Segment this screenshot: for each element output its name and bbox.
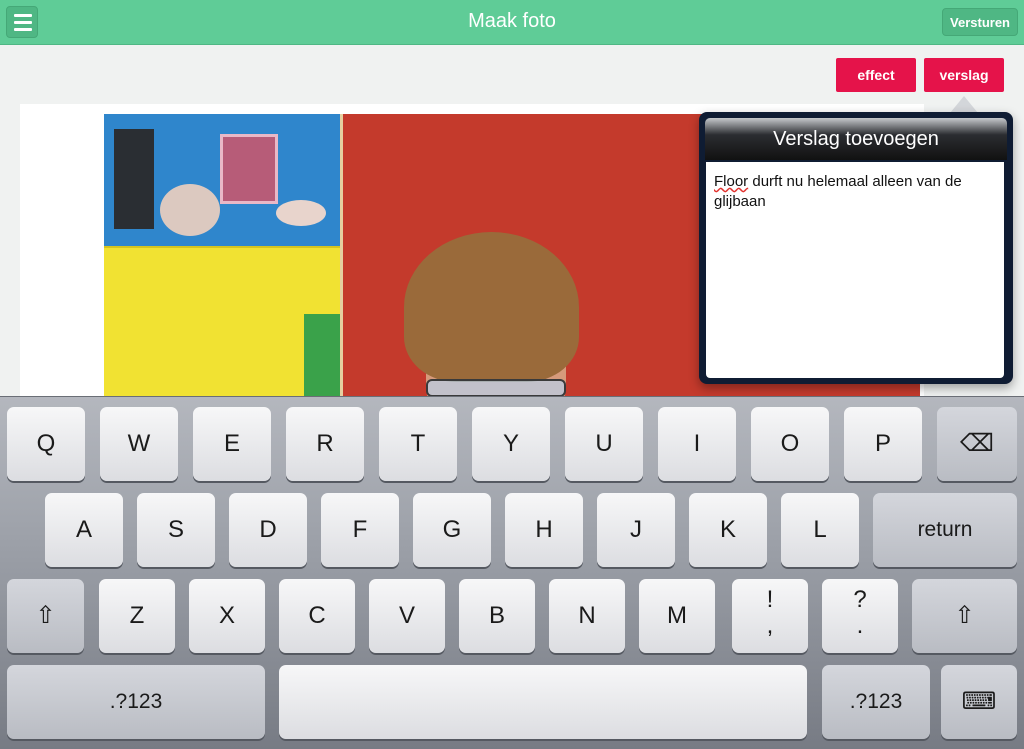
popover-header: Verslag toevoegen — [705, 118, 1007, 160]
person-glasses — [426, 379, 566, 397]
hide-keyboard-icon: ⌨ — [961, 688, 997, 715]
report-textarea[interactable]: Floor durft nu helemaal alleen van de gl… — [706, 162, 1004, 378]
key-r[interactable]: R — [286, 407, 364, 481]
shift-key-right[interactable]: ⇧ — [912, 579, 1017, 653]
key-o[interactable]: O — [751, 407, 829, 481]
onscreen-keyboard: Q W E R T Y U I O P ⌫ A S D F G H J K L … — [0, 396, 1024, 749]
report-button[interactable]: verslag — [924, 58, 1004, 92]
key-m[interactable]: M — [639, 579, 715, 653]
key-q[interactable]: Q — [7, 407, 85, 481]
key-d[interactable]: D — [229, 493, 307, 567]
key-w[interactable]: W — [100, 407, 178, 481]
artwork-picture — [220, 134, 278, 204]
key-e[interactable]: E — [193, 407, 271, 481]
artwork-eye — [276, 200, 326, 226]
key-a[interactable]: A — [45, 493, 123, 567]
key-t[interactable]: T — [379, 407, 457, 481]
send-button[interactable]: Versturen — [942, 8, 1018, 36]
shift-icon: ⇧ — [954, 602, 975, 629]
person-hair — [404, 232, 579, 382]
backspace-icon: ⌫ — [960, 430, 994, 457]
key-period-label: . — [856, 612, 864, 639]
shift-icon: ⇧ — [35, 602, 56, 629]
key-f[interactable]: F — [321, 493, 399, 567]
key-h[interactable]: H — [505, 493, 583, 567]
key-comma-label: , — [766, 612, 774, 639]
page-title: Maak foto — [468, 10, 556, 32]
spellcheck-word: Floor — [714, 173, 749, 190]
key-l[interactable]: L — [781, 493, 859, 567]
key-s[interactable]: S — [137, 493, 215, 567]
key-v[interactable]: V — [369, 579, 445, 653]
report-popover: Verslag toevoegen Floor durft nu helemaa… — [699, 112, 1013, 384]
key-j[interactable]: J — [597, 493, 675, 567]
app-header: Maak foto Versturen — [0, 0, 1024, 45]
backspace-key[interactable]: ⌫ — [937, 407, 1017, 481]
numbers-key-left[interactable]: .?123 — [7, 665, 265, 739]
key-y[interactable]: Y — [472, 407, 550, 481]
key-exclaim-comma[interactable]: ! , — [732, 579, 808, 653]
shift-key-left[interactable]: ⇧ — [7, 579, 84, 653]
popover-title: Verslag toevoegen — [773, 128, 939, 150]
key-i[interactable]: I — [658, 407, 736, 481]
key-u[interactable]: U — [565, 407, 643, 481]
report-text-rest: durft nu helemaal alleen van de glijbaan — [714, 173, 962, 210]
space-key[interactable] — [279, 665, 807, 739]
return-key[interactable]: return — [873, 493, 1017, 567]
popover-arrow — [950, 96, 978, 113]
key-b[interactable]: B — [459, 579, 535, 653]
key-z[interactable]: Z — [99, 579, 175, 653]
numbers-key-right[interactable]: .?123 — [822, 665, 930, 739]
key-c[interactable]: C — [279, 579, 355, 653]
key-g[interactable]: G — [413, 493, 491, 567]
photo-artwork — [104, 114, 343, 404]
key-question-period[interactable]: ? . — [822, 579, 898, 653]
effect-button[interactable]: effect — [836, 58, 916, 92]
key-exclaim-label: ! — [766, 586, 774, 613]
key-k[interactable]: K — [689, 493, 767, 567]
key-x[interactable]: X — [189, 579, 265, 653]
key-question-label: ? — [853, 586, 867, 613]
key-p[interactable]: P — [844, 407, 922, 481]
artwork-green — [304, 314, 340, 404]
hide-keyboard-key[interactable]: ⌨ — [941, 665, 1017, 739]
key-n[interactable]: N — [549, 579, 625, 653]
artwork-stripe — [114, 129, 154, 229]
artwork-egg — [160, 184, 220, 236]
